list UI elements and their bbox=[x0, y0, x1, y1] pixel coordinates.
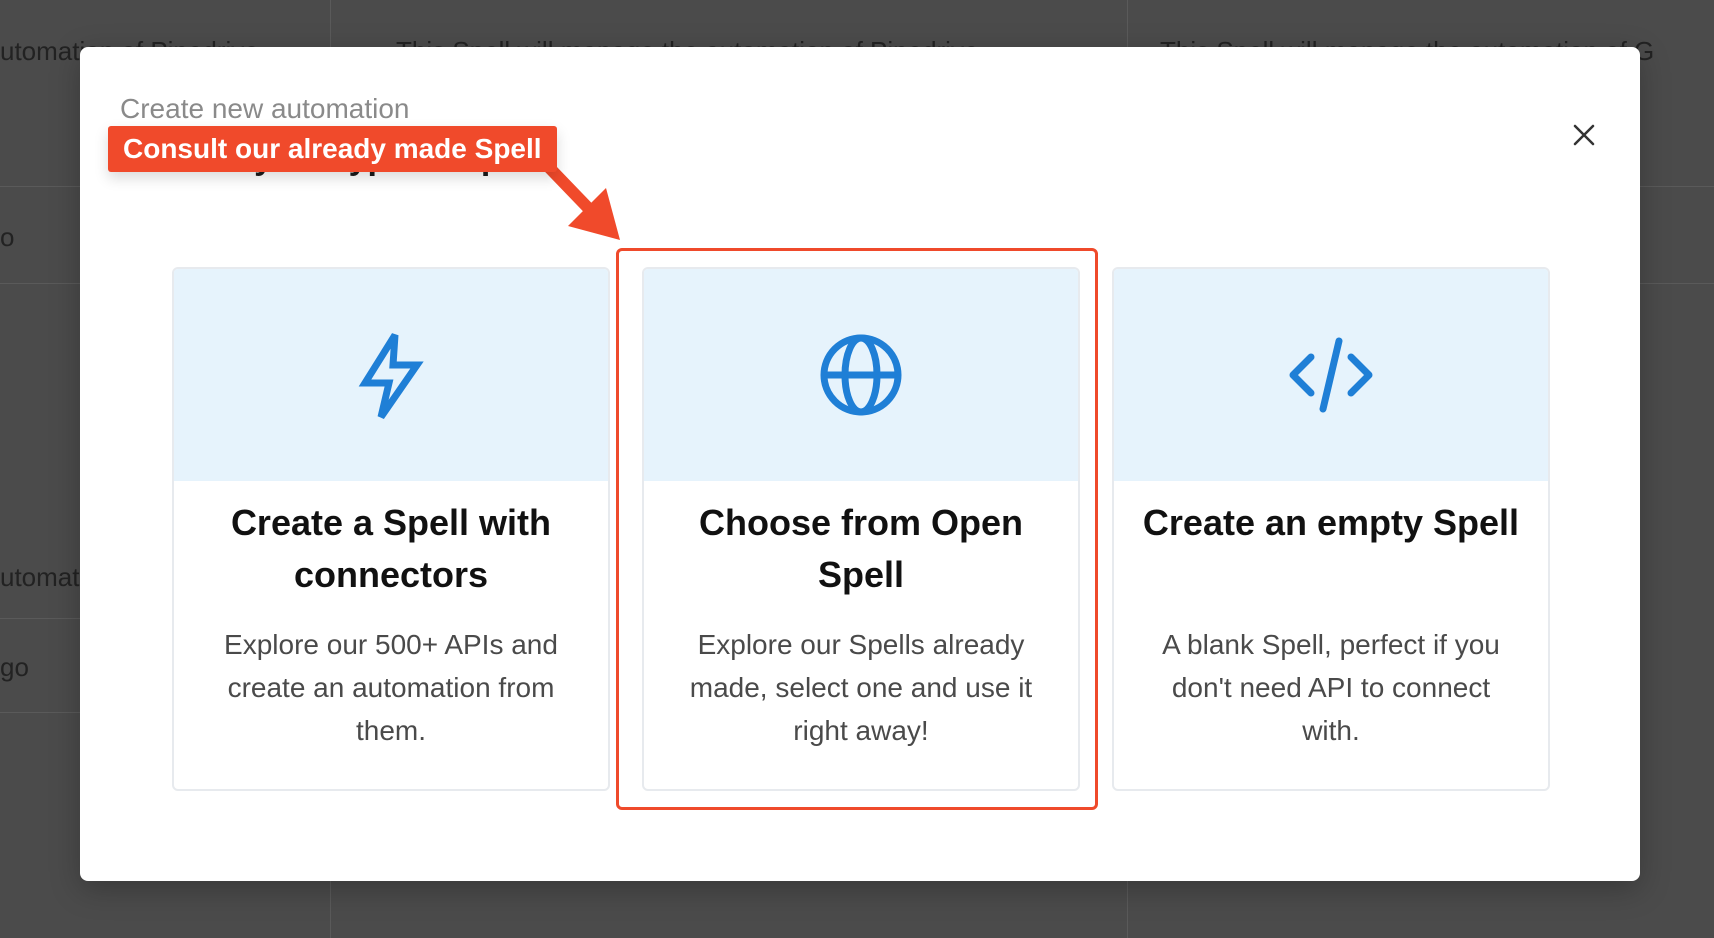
create-automation-modal: Create new automation Choose your type o… bbox=[80, 47, 1640, 881]
card-description: Explore our 500+ APIs and create an auto… bbox=[224, 629, 558, 746]
card-title: Create a Spell with connectors bbox=[230, 502, 552, 595]
card-title: Choose from Open Spell bbox=[698, 502, 1024, 595]
card-banner bbox=[644, 269, 1078, 481]
bg-divider bbox=[0, 712, 80, 713]
card-empty-spell[interactable]: Create an empty Spell A blank Spell, per… bbox=[1112, 267, 1550, 791]
globe-icon bbox=[820, 334, 902, 416]
bg-text: o bbox=[0, 222, 15, 252]
bg-text: go bbox=[0, 652, 29, 682]
modal-subtitle: Create new automation bbox=[120, 93, 410, 124]
bg-text: utomat bbox=[0, 562, 80, 592]
callout-label: Consult our already made Spell bbox=[108, 126, 557, 172]
card-description: Explore our Spells already made, select … bbox=[689, 629, 1033, 746]
spell-type-options: Create a Spell with connectors Explore o… bbox=[172, 267, 1550, 791]
card-title: Create an empty Spell bbox=[1142, 502, 1520, 543]
code-icon bbox=[1289, 337, 1373, 413]
lightning-icon bbox=[358, 333, 424, 419]
card-connectors-spell[interactable]: Create a Spell with connectors Explore o… bbox=[172, 267, 610, 791]
card-open-spell[interactable]: Choose from Open Spell Explore our Spell… bbox=[642, 267, 1080, 791]
close-button[interactable] bbox=[1568, 119, 1600, 151]
close-icon bbox=[1573, 124, 1595, 146]
card-banner bbox=[174, 269, 608, 481]
bg-divider bbox=[0, 618, 80, 619]
card-description: A blank Spell, perfect if you don't need… bbox=[1162, 629, 1500, 746]
card-banner bbox=[1114, 269, 1548, 481]
